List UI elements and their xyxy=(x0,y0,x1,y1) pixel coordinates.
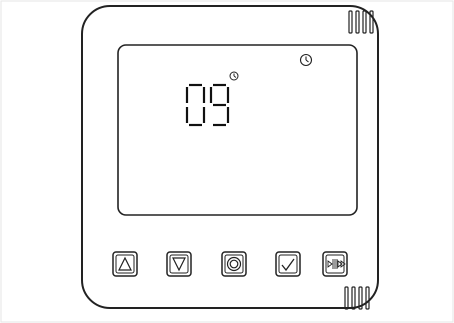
confirm-button[interactable] xyxy=(275,251,301,277)
lcd-display xyxy=(117,44,358,216)
fan-speed-button[interactable] xyxy=(322,251,348,277)
power-button[interactable] xyxy=(221,251,247,277)
up-button[interactable] xyxy=(112,251,138,277)
down-button[interactable] xyxy=(166,251,192,277)
thermostat-device xyxy=(0,0,454,323)
thermostat-screen xyxy=(0,0,454,323)
